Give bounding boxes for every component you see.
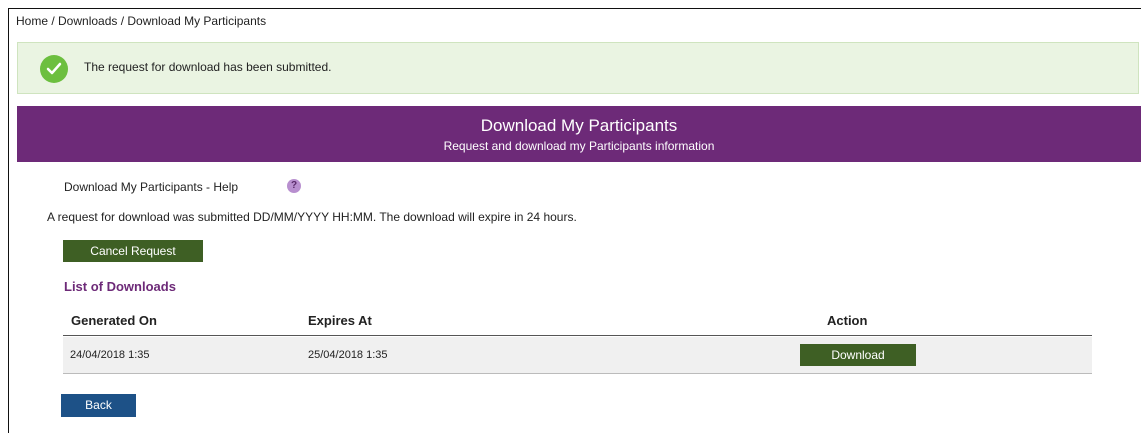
cancel-request-button[interactable]: Cancel Request bbox=[63, 240, 203, 262]
back-button[interactable]: Back bbox=[61, 394, 136, 417]
generated-on-cell: 24/04/2018 1:35 bbox=[70, 349, 150, 361]
downloads-table-header: Generated On Expires At Action bbox=[63, 305, 1092, 336]
page-title: Download My Participants bbox=[480, 116, 678, 135]
page-banner: Download My Participants Request and dow… bbox=[17, 106, 1141, 162]
table-row: 24/04/2018 1:35 25/04/2018 1:35 Download bbox=[63, 337, 1092, 374]
alert-message: The request for download has been submit… bbox=[84, 60, 332, 74]
column-header-expires-at: Expires At bbox=[308, 313, 372, 328]
expires-at-cell: 25/04/2018 1:35 bbox=[308, 349, 388, 361]
help-link[interactable]: Download My Participants - Help bbox=[64, 180, 238, 194]
breadcrumb[interactable]: Home / Downloads / Download My Participa… bbox=[16, 14, 266, 28]
download-button[interactable]: Download bbox=[800, 344, 916, 366]
success-alert: The request for download has been submit… bbox=[17, 42, 1139, 94]
help-icon[interactable]: ? bbox=[287, 179, 301, 193]
request-info-text: A request for download was submitted DD/… bbox=[47, 210, 577, 224]
page-subtitle: Request and download my Participants inf… bbox=[443, 139, 715, 153]
column-header-generated-on: Generated On bbox=[71, 313, 157, 328]
check-icon bbox=[40, 55, 68, 83]
column-header-action: Action bbox=[827, 313, 868, 328]
list-of-downloads-heading: List of Downloads bbox=[64, 279, 176, 294]
